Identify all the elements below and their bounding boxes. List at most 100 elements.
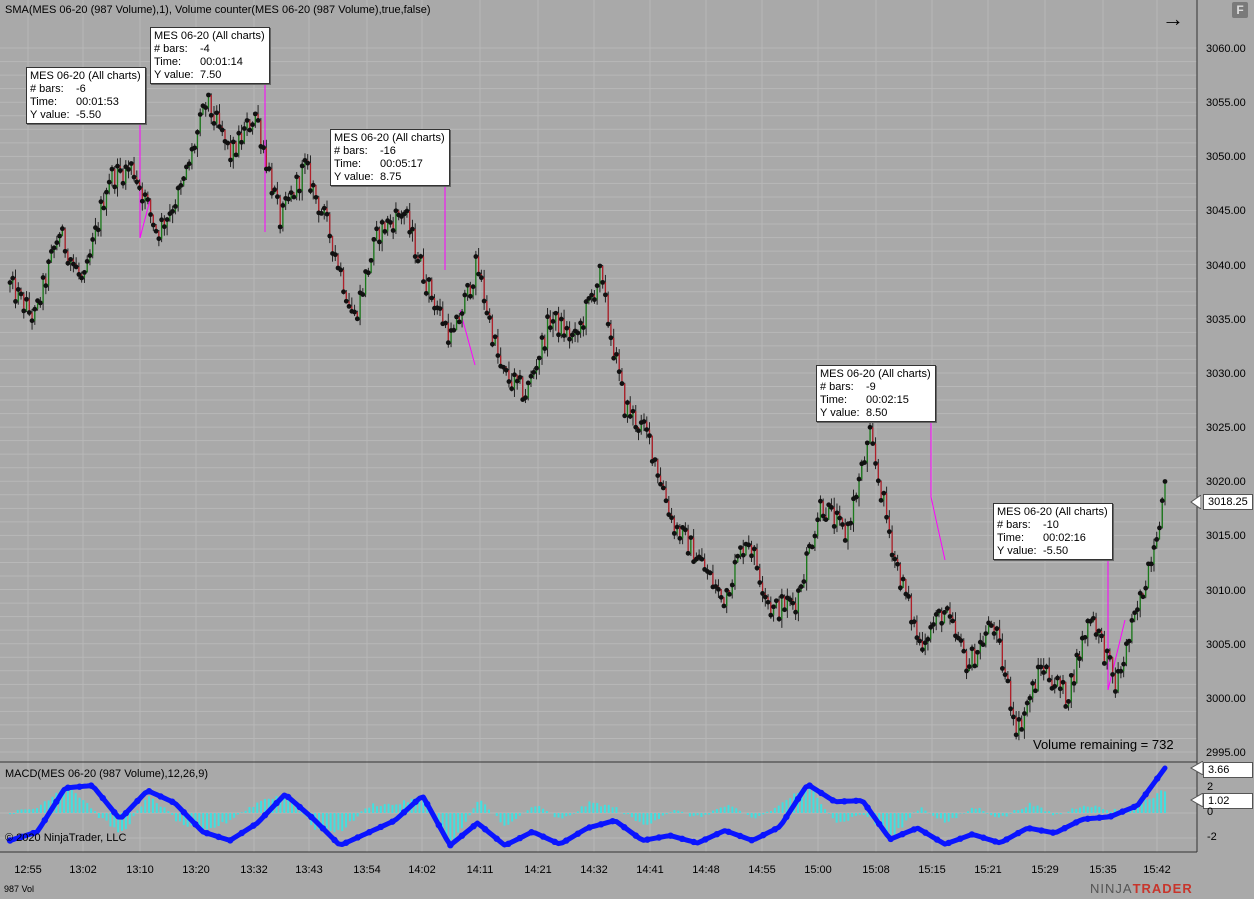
price-bar-dot bbox=[467, 293, 473, 299]
price-bar-dot bbox=[255, 117, 261, 123]
tooltip-title: MES 06-20 (All charts) bbox=[30, 70, 141, 82]
price-bar-dot bbox=[999, 666, 1005, 671]
time-axis-label: 15:42 bbox=[1143, 864, 1171, 876]
price-bar-dot bbox=[208, 112, 214, 118]
price-bar-dot bbox=[942, 610, 947, 615]
price-bar-dot bbox=[660, 485, 666, 491]
price-bar-dot bbox=[837, 515, 843, 521]
macd-point bbox=[632, 832, 639, 839]
ruler-tooltip-1[interactable]: MES 06-20 (All charts) # bars: -6 Time: 00… bbox=[26, 67, 146, 124]
price-bar-dot bbox=[823, 517, 829, 523]
price-bar-dot bbox=[895, 561, 901, 567]
price-bar-dot bbox=[1110, 672, 1116, 677]
price-bar-dot bbox=[46, 259, 51, 265]
price-bar-dot bbox=[630, 408, 636, 414]
macd-point bbox=[458, 832, 466, 839]
price-axis-label: 3000.00 bbox=[1206, 692, 1246, 705]
price-bar-dot bbox=[754, 565, 760, 571]
price-bar-dot bbox=[82, 269, 87, 275]
price-bar-dot bbox=[225, 140, 231, 146]
macd-axis-label: -2 bbox=[1207, 831, 1217, 843]
price-bar-dot bbox=[230, 139, 236, 145]
price-bar-dot bbox=[170, 208, 176, 214]
price-bar-dot bbox=[131, 174, 137, 180]
price-bar-dot bbox=[757, 580, 763, 585]
tooltip-key: Time: bbox=[820, 394, 848, 406]
tooltip-title: MES 06-20 (All charts) bbox=[334, 132, 445, 144]
ruler-tooltip-4[interactable]: MES 06-20 (All charts) # bars: -9 Time: 00… bbox=[816, 365, 936, 422]
price-bar-dot bbox=[305, 160, 311, 166]
tooltip-key: # bars: bbox=[997, 519, 1031, 531]
price-bar-dot bbox=[558, 316, 564, 322]
price-bar-dot bbox=[523, 395, 528, 401]
price-bar-dot bbox=[7, 280, 13, 286]
price-bar-dot bbox=[911, 619, 917, 625]
price-bar-dot bbox=[429, 295, 435, 301]
time-axis-label: 15:00 bbox=[804, 864, 832, 876]
macd-point bbox=[447, 841, 454, 849]
price-bar-dot bbox=[749, 553, 754, 559]
macd-point bbox=[852, 797, 860, 804]
time-axis-label: 13:10 bbox=[126, 864, 154, 876]
macd-point bbox=[957, 835, 964, 842]
price-bar-dot bbox=[746, 542, 752, 548]
price-bar-dot bbox=[616, 369, 622, 375]
macd-point bbox=[1154, 775, 1161, 782]
price-bar-dot bbox=[470, 284, 476, 290]
macd-point bbox=[1096, 814, 1103, 821]
price-bar-dot bbox=[1151, 545, 1157, 550]
price-bar-dot bbox=[1005, 678, 1011, 684]
f-button[interactable]: F bbox=[1232, 2, 1248, 18]
price-bar-dot bbox=[605, 321, 611, 327]
price-bar-dot bbox=[473, 254, 479, 259]
macd-point bbox=[400, 809, 408, 816]
price-bar-dot bbox=[782, 607, 787, 613]
macd-point bbox=[922, 829, 929, 836]
price-bar-dot bbox=[966, 664, 972, 670]
price-bar-dot bbox=[798, 584, 804, 590]
price-bar-dot bbox=[266, 166, 272, 172]
price-bar-dot bbox=[969, 646, 975, 652]
price-bar-dot bbox=[120, 180, 126, 186]
price-bar-dot bbox=[536, 355, 542, 361]
price-bar-dot bbox=[161, 224, 167, 230]
macd-point bbox=[145, 788, 153, 795]
macd-point bbox=[887, 835, 894, 843]
price-bar-dot bbox=[280, 203, 286, 208]
price-bar-dot bbox=[506, 379, 512, 384]
price-bar-dot bbox=[172, 203, 178, 209]
arrow-right-icon[interactable]: → bbox=[1162, 8, 1184, 30]
price-bar-dot bbox=[18, 291, 24, 297]
price-bar-dot bbox=[101, 205, 107, 211]
time-axis-label: 14:02 bbox=[408, 864, 436, 876]
ruler-lines bbox=[139, 80, 1126, 691]
price-bar-dot bbox=[842, 538, 848, 543]
tooltip-key: Time: bbox=[334, 158, 362, 170]
price-bar-dot bbox=[1046, 677, 1052, 683]
price-bar-dot bbox=[724, 587, 730, 593]
ruler-tooltip-5[interactable]: MES 06-20 (All charts) # bars: -10 Time: 0… bbox=[993, 503, 1113, 560]
macd-point bbox=[1026, 825, 1033, 832]
time-axis-label: 14:48 bbox=[692, 864, 720, 876]
price-bar-dot bbox=[459, 311, 465, 316]
price-bar-dot bbox=[542, 346, 548, 351]
ruler-tooltip-2[interactable]: MES 06-20 (All charts) # bars: -4 Time: 00… bbox=[150, 27, 270, 84]
price-bar-dot bbox=[1013, 732, 1019, 738]
price-bar-dot bbox=[682, 527, 688, 533]
macd-point bbox=[644, 836, 651, 843]
chart-canvas[interactable] bbox=[0, 0, 1254, 899]
ruler-line bbox=[930, 496, 946, 561]
macd-point bbox=[991, 838, 999, 845]
macd-point bbox=[690, 838, 697, 846]
price-bar-dot bbox=[809, 544, 815, 550]
time-axis-label: 14:21 bbox=[524, 864, 552, 876]
macd-point bbox=[678, 835, 686, 843]
ruler-tooltip-3[interactable]: MES 06-20 (All charts) # bars: -16 Time: 0… bbox=[330, 129, 450, 186]
price-bar-dot bbox=[564, 325, 570, 331]
macd-point bbox=[875, 820, 883, 828]
price-bar-dot bbox=[889, 552, 895, 558]
time-axis-label: 13:43 bbox=[295, 864, 323, 876]
price-bar-dot bbox=[669, 515, 674, 521]
price-bar-dot bbox=[553, 310, 559, 316]
tooltip-bars: -6 bbox=[76, 83, 86, 95]
